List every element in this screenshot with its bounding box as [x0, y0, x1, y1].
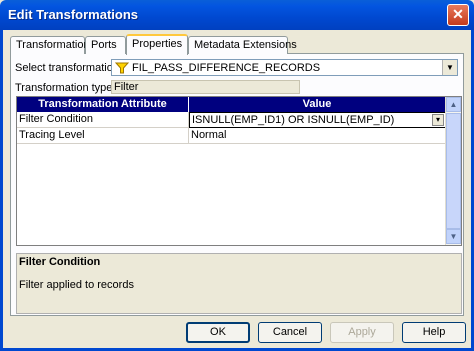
selected-transformation-value: FIL_PASS_DIFFERENCE_RECORDS	[132, 62, 321, 74]
filter-condition-value: ISNULL(EMP_ID1) OR ISNULL(EMP_ID)	[192, 114, 395, 126]
transformation-type-field: Filter	[111, 80, 300, 94]
filter-condition-value-field[interactable]: ISNULL(EMP_ID1) OR ISNULL(EMP_ID) ▾	[189, 112, 446, 128]
close-icon: ✕	[452, 6, 464, 22]
title-bar[interactable]: Edit Transformations ✕	[0, 0, 474, 30]
transformation-type-value: Filter	[114, 81, 139, 93]
tab-ports[interactable]: Ports	[85, 36, 126, 54]
filter-funnel-icon	[115, 62, 129, 74]
edit-expression-icon[interactable]: ▾	[432, 114, 444, 126]
window-title: Edit Transformations	[8, 7, 139, 22]
table-row-attribute[interactable]: Filter Condition	[17, 112, 189, 128]
properties-grid: Transformation Attribute Value Filter Co…	[16, 96, 462, 246]
help-button[interactable]: Help	[402, 322, 466, 343]
description-panel: Filter Condition Filter applied to recor…	[16, 253, 462, 314]
apply-button[interactable]: Apply	[330, 322, 394, 343]
scroll-thumb[interactable]	[446, 113, 461, 229]
ok-button[interactable]: OK	[186, 322, 250, 343]
table-row-attribute[interactable]: Tracing Level	[17, 128, 189, 144]
description-text: Filter applied to records	[19, 279, 134, 291]
tab-properties[interactable]: Properties	[126, 34, 188, 55]
transformation-type-label: Transformation type:	[15, 82, 116, 94]
column-header-value[interactable]: Value	[189, 97, 446, 112]
transformation-select[interactable]: FIL_PASS_DIFFERENCE_RECORDS ▼	[111, 59, 458, 76]
table-row-value[interactable]: Normal	[189, 128, 446, 144]
description-title: Filter Condition	[19, 256, 101, 268]
column-header-attribute[interactable]: Transformation Attribute	[17, 97, 189, 112]
tab-metadata-extensions[interactable]: Metadata Extensions	[188, 36, 297, 54]
tab-transformation[interactable]: Transformation	[10, 36, 90, 54]
select-transformation-label: Select transformation:	[15, 62, 122, 74]
grid-scrollbar[interactable]: ▲ ▼	[445, 97, 461, 245]
close-button[interactable]: ✕	[447, 4, 469, 26]
scroll-down-icon[interactable]: ▼	[446, 229, 461, 244]
cancel-button[interactable]: Cancel	[258, 322, 322, 343]
scroll-up-icon[interactable]: ▲	[446, 97, 461, 112]
chevron-down-icon[interactable]: ▼	[442, 60, 457, 75]
